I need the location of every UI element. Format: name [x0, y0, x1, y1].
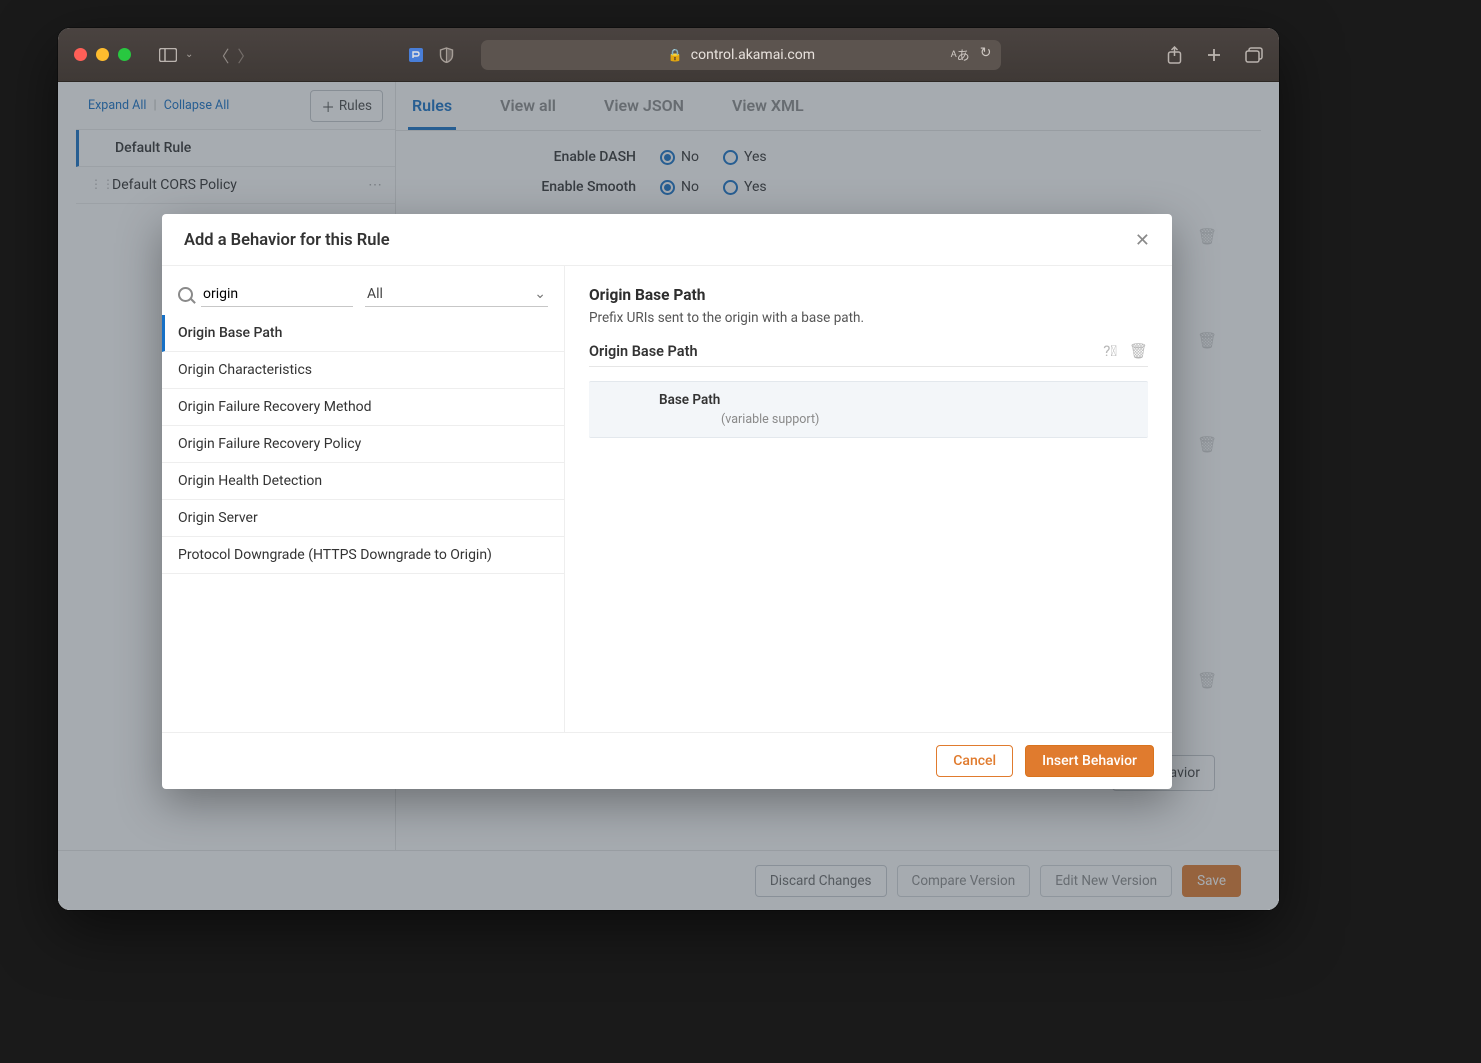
url-right-icons: ᴬあ ↻ — [951, 45, 992, 64]
extension-icons — [407, 46, 455, 64]
titlebar-right — [1165, 46, 1263, 64]
behavior-list-item[interactable]: Origin Characteristics — [162, 352, 564, 389]
sidebar-toggle-group: ⌄ — [159, 46, 193, 64]
sidebar-icon[interactable] — [159, 46, 177, 64]
detail-section-title: Origin Base Path — [589, 343, 698, 360]
search-row: All ⌄ — [162, 266, 564, 315]
modal-close-button[interactable]: ✕ — [1135, 230, 1150, 251]
behavior-list-item[interactable]: Origin Failure Recovery Policy — [162, 426, 564, 463]
chevron-down-icon: ⌄ — [534, 286, 546, 302]
shield-icon[interactable] — [437, 46, 455, 64]
nav-arrows: 〈 〉 — [213, 43, 253, 67]
refresh-icon[interactable]: ↻ — [980, 45, 992, 64]
share-icon[interactable] — [1165, 46, 1183, 64]
nav-forward-icon[interactable]: 〉 — [237, 43, 253, 67]
behavior-list-item[interactable]: Origin Server — [162, 500, 564, 537]
titlebar: ⌄ 〈 〉 🔒 control.akamai.com ᴬあ ↻ — [58, 28, 1279, 82]
behavior-list-item[interactable]: Origin Base Path — [162, 315, 564, 352]
tabs-icon[interactable] — [1245, 46, 1263, 64]
base-path-field[interactable]: Base Path (variable support) — [589, 381, 1148, 438]
modal-title: Add a Behavior for this Rule — [184, 231, 390, 250]
behavior-list-item[interactable]: Origin Failure Recovery Method — [162, 389, 564, 426]
base-path-label: Base Path — [659, 392, 1132, 408]
behavior-search-input[interactable] — [201, 282, 353, 307]
chevron-down-icon[interactable]: ⌄ — [185, 49, 193, 60]
window-close[interactable] — [74, 48, 87, 61]
traffic-lights — [74, 48, 131, 61]
url-host: control.akamai.com — [691, 47, 815, 63]
modal-footer: Cancel Insert Behavior — [162, 732, 1172, 789]
behavior-filter-select[interactable]: All ⌄ — [365, 282, 548, 307]
base-path-hint: (variable support) — [659, 412, 1132, 427]
trash-icon[interactable]: 🗑 — [1129, 342, 1148, 360]
detail-title: Origin Base Path — [589, 286, 1148, 304]
nav-back-icon[interactable]: 〈 — [213, 43, 229, 67]
behavior-list: Origin Base PathOrigin CharacteristicsOr… — [162, 315, 564, 732]
detail-description: Prefix URIs sent to the origin with a ba… — [589, 310, 1148, 326]
url-bar[interactable]: 🔒 control.akamai.com ᴬあ ↻ — [481, 40, 1001, 70]
window-maximize[interactable] — [118, 48, 131, 61]
behavior-detail-panel: Origin Base Path Prefix URIs sent to the… — [565, 266, 1172, 732]
lock-icon: 🔒 — [668, 48, 683, 62]
add-behavior-modal: Add a Behavior for this Rule ✕ All ⌄ — [162, 214, 1172, 789]
behavior-list-panel: All ⌄ Origin Base PathOrigin Characteris… — [162, 266, 565, 732]
insert-behavior-button[interactable]: Insert Behavior — [1025, 745, 1154, 777]
cancel-button[interactable]: Cancel — [936, 745, 1013, 777]
window-minimize[interactable] — [96, 48, 109, 61]
search-icon — [178, 287, 193, 302]
modal-header: Add a Behavior for this Rule ✕ — [162, 214, 1172, 265]
browser-window: ⌄ 〈 〉 🔒 control.akamai.com ᴬあ ↻ — [58, 28, 1279, 910]
page: Expand All | Collapse All ＋ Rules Defaul… — [58, 82, 1279, 910]
behavior-list-item[interactable]: Origin Health Detection — [162, 463, 564, 500]
behavior-list-item[interactable]: Protocol Downgrade (HTTPS Downgrade to O… — [162, 537, 564, 574]
extension-icon-1[interactable] — [407, 46, 425, 64]
modal-body: All ⌄ Origin Base PathOrigin Characteris… — [162, 265, 1172, 732]
help-icon[interactable]: ?⃝ — [1103, 342, 1117, 360]
translate-icon[interactable]: ᴬあ — [951, 45, 970, 64]
detail-section-header: Origin Base Path ?⃝ 🗑 — [589, 342, 1148, 367]
new-tab-icon[interactable] — [1205, 46, 1223, 64]
